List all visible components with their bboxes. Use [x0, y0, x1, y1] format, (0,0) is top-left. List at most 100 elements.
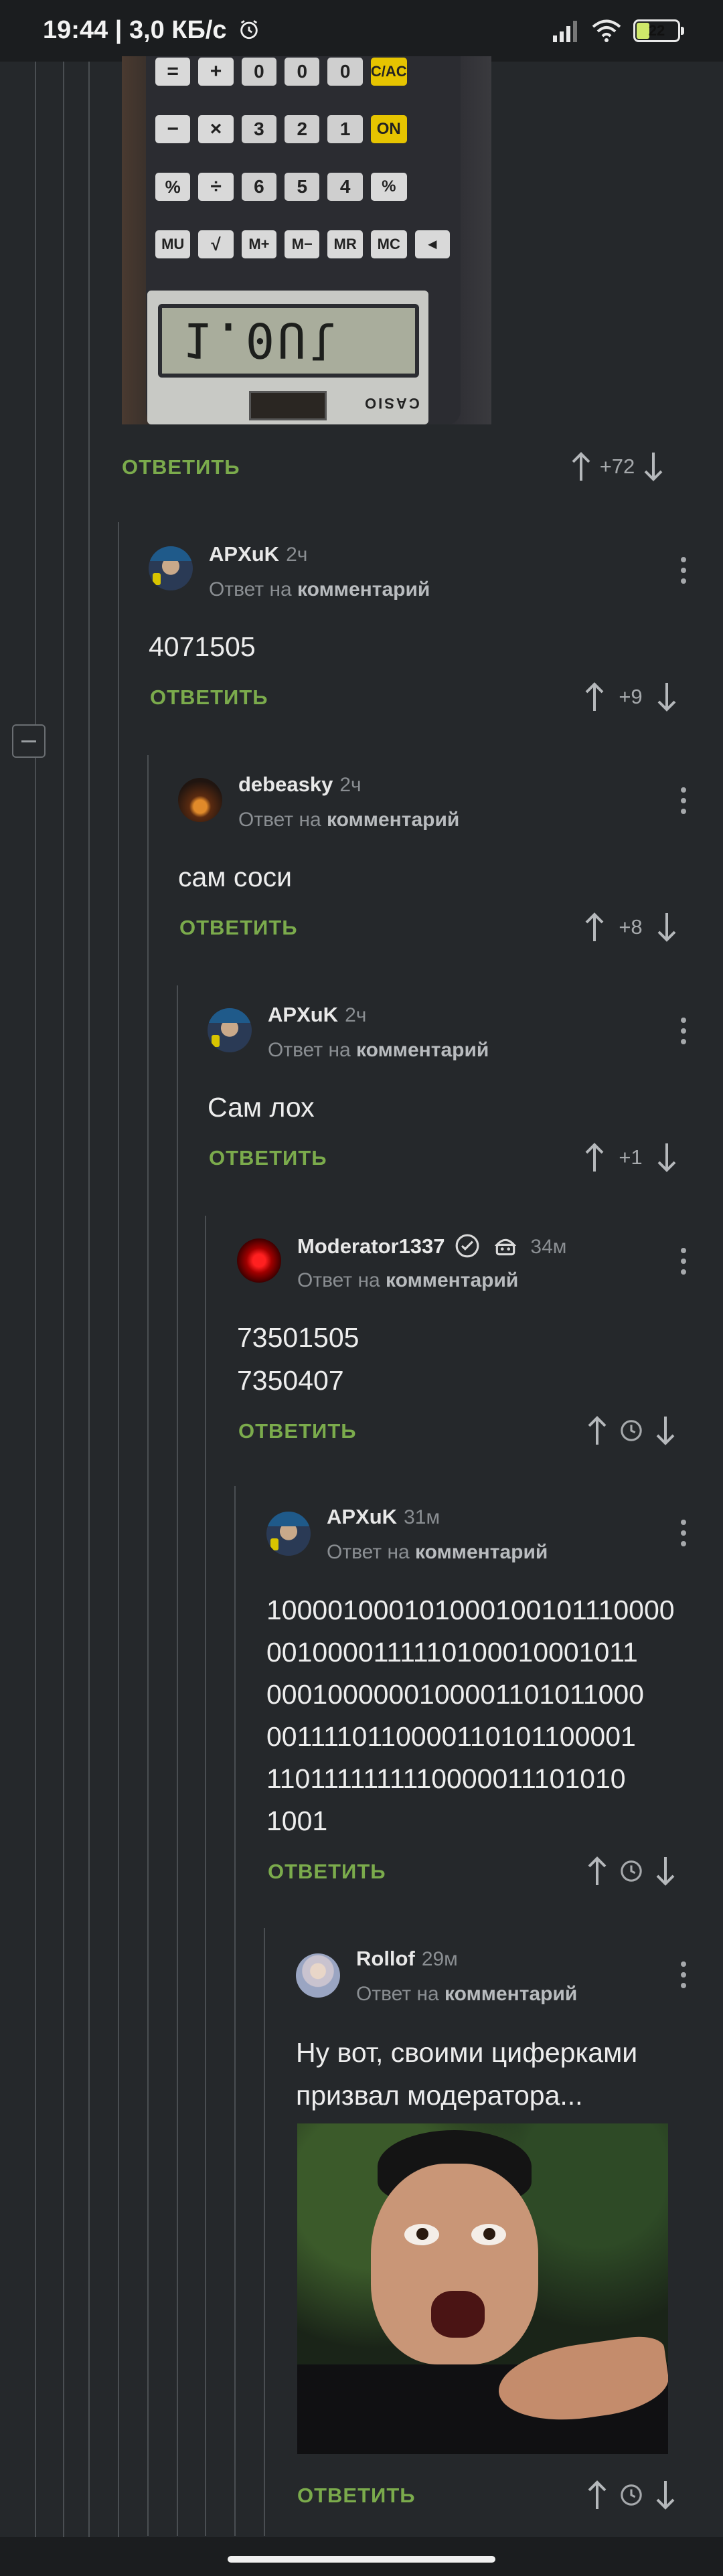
thread-line — [88, 62, 90, 2539]
comment-time: 2ч — [286, 544, 308, 566]
calc-key: M− — [285, 230, 320, 258]
more-options-icon[interactable] — [680, 1018, 687, 1051]
avatar[interactable] — [266, 1512, 311, 1556]
clock-icon — [621, 2484, 642, 2506]
author-name[interactable]: APXuK — [268, 1003, 338, 1026]
alarm-icon — [240, 20, 258, 39]
more-options-icon[interactable] — [680, 1961, 687, 1995]
home-indicator[interactable] — [228, 2556, 495, 2563]
reply-to[interactable]: Ответ на комментарий — [297, 1269, 518, 1292]
reply-button[interactable]: ОТВЕТИТЬ — [297, 2484, 416, 2508]
avatar[interactable] — [178, 778, 222, 822]
calc-key: 0 — [285, 58, 320, 86]
upvote-icon[interactable] — [584, 2478, 611, 2512]
comment-time: 2ч — [339, 774, 362, 796]
calc-key: √ — [198, 230, 234, 258]
more-options-icon[interactable] — [680, 1248, 687, 1281]
comment-text: Сам лох — [208, 1092, 315, 1123]
score: +8 — [619, 915, 643, 939]
calc-key: − — [155, 115, 191, 143]
comment-image-meme[interactable] — [297, 2123, 668, 2454]
upvote-icon[interactable] — [581, 1141, 608, 1174]
upvote-icon[interactable] — [581, 680, 608, 714]
battery-icon: 22 — [633, 19, 684, 42]
avatar[interactable] — [237, 1238, 281, 1283]
avatar[interactable] — [208, 1008, 252, 1052]
thread-line — [63, 62, 64, 2539]
calculator-display: 1.0Ul — [182, 312, 341, 368]
reply-button[interactable]: ОТВЕТИТЬ — [122, 455, 240, 479]
downvote-icon[interactable] — [652, 2478, 679, 2512]
thread-line — [234, 1486, 236, 2536]
calc-key: % — [155, 173, 191, 201]
downvote-icon[interactable] — [653, 1141, 680, 1174]
downvote-icon[interactable] — [652, 1414, 679, 1447]
avatar[interactable] — [149, 546, 193, 590]
reply-button[interactable]: ОТВЕТИТЬ — [238, 1419, 357, 1443]
more-options-icon[interactable] — [680, 1520, 687, 1553]
score: +1 — [619, 1145, 643, 1169]
calc-key: ◄ — [414, 230, 450, 258]
comment-time: 29м — [421, 1948, 458, 1970]
vote-controls — [584, 2478, 679, 2512]
vote-controls: +72 — [568, 450, 667, 483]
vote-controls: +1 — [581, 1141, 680, 1174]
thread-line — [177, 985, 178, 2536]
reply-to[interactable]: Ответ на комментарий — [327, 1541, 548, 1564]
clock-icon — [621, 1860, 642, 1882]
vote-controls: +8 — [581, 910, 680, 944]
calc-key: M+ — [241, 230, 277, 258]
status-bar: 19:44 | 3,0 КБ/с 22 — [0, 0, 723, 62]
status-time: 19:44 | 3,0 КБ/с — [43, 16, 260, 45]
thread-line — [147, 755, 149, 2536]
upvote-icon[interactable] — [568, 450, 594, 483]
downvote-icon[interactable] — [653, 680, 680, 714]
collapse-thread-button[interactable] — [12, 724, 46, 758]
more-options-icon[interactable] — [680, 787, 687, 821]
author-name[interactable]: Rollof — [356, 1947, 415, 1970]
reply-to[interactable]: Ответ на комментарий — [268, 1039, 489, 1062]
more-options-icon[interactable] — [680, 557, 687, 590]
calc-key: 0 — [241, 58, 277, 86]
score: +9 — [619, 685, 643, 708]
downvote-icon[interactable] — [653, 910, 680, 944]
reply-button[interactable]: ОТВЕТИТЬ — [179, 916, 298, 940]
reply-to[interactable]: Ответ на комментарий — [209, 578, 430, 601]
thread-line — [35, 62, 36, 2539]
score: +72 — [599, 455, 635, 478]
calc-key: MC — [370, 230, 407, 258]
reply-button[interactable]: ОТВЕТИТЬ — [268, 1860, 386, 1884]
clock-icon — [621, 1420, 642, 1441]
author-name[interactable]: Moderator1337 — [297, 1234, 445, 1258]
comment-text: сам соси — [178, 862, 293, 892]
comment-time: 31м — [404, 1506, 440, 1528]
downvote-icon[interactable] — [640, 450, 667, 483]
reply-to[interactable]: Ответ на комментарий — [356, 1983, 577, 2006]
reply-button[interactable]: ОТВЕТИТЬ — [209, 1146, 327, 1170]
calc-key: ON — [370, 115, 407, 143]
wifi-icon — [592, 19, 621, 42]
verified-icon — [455, 1234, 479, 1258]
thread-line — [205, 1216, 206, 2536]
comment-image-calculator[interactable]: = + 0 0 0 C/AC − × 3 2 1 ON % ÷ 6 5 4 % … — [122, 56, 491, 424]
avatar[interactable] — [296, 1953, 340, 1998]
upvote-icon[interactable] — [584, 1854, 611, 1888]
author-name[interactable]: debeasky — [238, 773, 333, 796]
calc-key: × — [198, 115, 234, 143]
calc-key: C/AC — [370, 58, 407, 86]
upvote-icon[interactable] — [584, 1414, 611, 1447]
reply-button[interactable]: ОТВЕТИТЬ — [150, 686, 268, 710]
author-name[interactable]: APXuK — [327, 1505, 397, 1528]
thread-line — [118, 522, 119, 2537]
comment-time: 34м — [530, 1236, 567, 1258]
comment-text: 73501505 7350407 — [237, 1322, 359, 1396]
downvote-icon[interactable] — [652, 1854, 679, 1888]
thread-line — [264, 1928, 265, 2536]
calc-key: MU — [155, 230, 191, 258]
reply-to[interactable]: Ответ на комментарий — [238, 809, 459, 831]
author-name[interactable]: APXuK — [209, 542, 279, 566]
calculator-brand: CASIO — [363, 395, 420, 412]
upvote-icon[interactable] — [581, 910, 608, 944]
calc-key: = — [155, 58, 191, 86]
signal-icon — [553, 21, 577, 42]
